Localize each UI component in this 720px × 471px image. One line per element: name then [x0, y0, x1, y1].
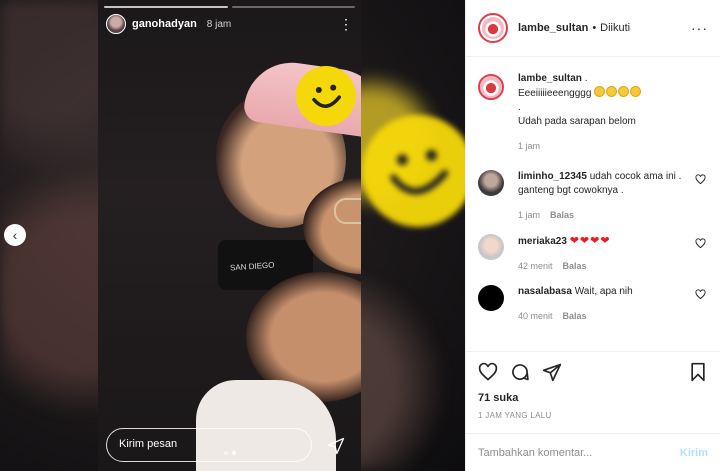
- comment-icon[interactable]: [510, 362, 530, 382]
- heart-icon[interactable]: [695, 289, 706, 300]
- heart-icon[interactable]: [478, 362, 498, 382]
- avatar[interactable]: [478, 13, 508, 43]
- comment-time: 42 menit: [518, 261, 553, 271]
- caption-time: 1 jam: [518, 141, 541, 151]
- avatar[interactable]: [478, 74, 504, 100]
- add-comment-bar: Kirim: [466, 433, 720, 471]
- action-bar: 71 suka 1 JAM YANG LALU: [466, 351, 720, 420]
- post-comment-button[interactable]: Kirim: [680, 447, 708, 459]
- separator: •: [592, 22, 597, 34]
- list-item: liminho_12345 udah cocok ama ini . gante…: [466, 170, 720, 222]
- caption-line: .: [518, 102, 521, 113]
- comment-username[interactable]: liminho_12345: [518, 171, 587, 182]
- share-icon[interactable]: [542, 362, 562, 382]
- story-time: 8 jam: [206, 18, 232, 30]
- bookmark-icon[interactable]: [688, 362, 708, 382]
- reply-button[interactable]: Balas: [550, 210, 574, 220]
- caption-username[interactable]: lambe_sultan: [518, 73, 582, 84]
- grin-emoji-icon: [594, 86, 642, 99]
- avatar[interactable]: [106, 14, 126, 34]
- reply-button[interactable]: Balas: [563, 311, 587, 321]
- post-panel: lambe_sultan • Diikuti ··· lambe_sultan …: [465, 0, 720, 471]
- caption: lambe_sultan . Eeeiiiiieeengggg . Udah p…: [466, 58, 720, 158]
- send-icon[interactable]: [326, 436, 346, 456]
- carousel-dots: [224, 451, 236, 455]
- chevron-left-icon[interactable]: ‹: [4, 224, 26, 246]
- smiley-sticker: [296, 66, 356, 126]
- post-timestamp: 1 JAM YANG LALU: [478, 411, 552, 420]
- avatar[interactable]: [478, 285, 504, 311]
- story-header: ganohadyan 8 jam ⋮: [106, 14, 353, 34]
- comment-time: 40 menit: [518, 311, 553, 321]
- post-header: lambe_sultan • Diikuti ···: [466, 0, 720, 57]
- comment-username[interactable]: meriaka23: [518, 236, 567, 247]
- glasses: [334, 198, 361, 224]
- list-item: nasalabasa Wait, apa nih 40 menit Balas: [466, 285, 720, 323]
- caption-line: .: [584, 73, 588, 84]
- comment-text: Wait, apa nih: [574, 286, 633, 297]
- story-username[interactable]: ganohadyan: [132, 18, 197, 30]
- likes-count[interactable]: 71 suka: [478, 392, 708, 404]
- post-media: SAN DIEGO ganohadyan 8 jam ⋮ Kirim pesan…: [0, 0, 465, 471]
- heart-icon[interactable]: [695, 174, 706, 185]
- author-username[interactable]: lambe_sultan: [518, 22, 588, 34]
- comment-username[interactable]: nasalabasa: [518, 286, 572, 297]
- more-icon[interactable]: ⋮: [339, 17, 353, 31]
- caption-line: Udah pada sarapan belom: [518, 116, 636, 127]
- heart-icon[interactable]: [695, 238, 706, 249]
- follow-status[interactable]: Diikuti: [600, 22, 630, 34]
- avatar[interactable]: [478, 170, 504, 196]
- caption-line: Eeeiiiiieeengggg: [518, 88, 592, 99]
- more-icon[interactable]: ···: [691, 20, 708, 36]
- story-progress: [104, 6, 355, 8]
- comment-time: 1 jam: [518, 210, 541, 220]
- comment-text: ❤❤❤❤: [569, 235, 611, 247]
- list-item: meriaka23 ❤❤❤❤ 42 menit Balas: [466, 234, 720, 273]
- avatar[interactable]: [478, 234, 504, 260]
- comment-input[interactable]: [478, 446, 680, 459]
- smiley-sticker-blurred: [362, 115, 465, 227]
- story-reply-field[interactable]: Kirim pesan: [106, 428, 312, 462]
- reply-button[interactable]: Balas: [563, 261, 587, 271]
- comments-list[interactable]: lambe_sultan . Eeeiiiiieeengggg . Udah p…: [466, 58, 720, 351]
